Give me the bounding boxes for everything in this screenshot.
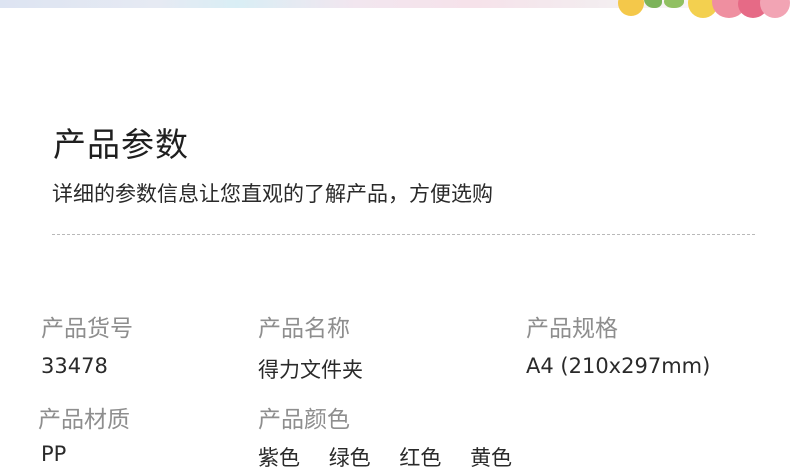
material-label: 产品材质 — [38, 407, 130, 433]
dashed-divider — [52, 234, 755, 235]
pink-flower — [760, 0, 790, 18]
color-option: 绿色 — [328, 446, 371, 470]
leaf-shape — [644, 0, 662, 8]
section-subtitle: 详细的参数信息让您直观的了解产品，方便选购 — [52, 182, 493, 206]
color-values: 紫色 绿色 红色 黄色 — [258, 442, 534, 472]
spec-value: A4 (210x297mm) — [526, 354, 711, 378]
yellow-flower — [618, 0, 644, 16]
section-title: 产品参数 — [53, 125, 189, 164]
leaf-shape — [664, 0, 684, 8]
material-value: PP — [41, 442, 67, 466]
color-option: 紫色 — [258, 446, 300, 470]
spec-label: 产品规格 — [526, 316, 618, 342]
flower-decoration — [600, 0, 790, 22]
color-option: 黄色 — [470, 446, 513, 470]
product-name-value: 得力文件夹 — [258, 358, 363, 382]
product-name-label: 产品名称 — [258, 316, 350, 342]
item-no-value: 33478 — [41, 354, 108, 378]
color-option: 红色 — [399, 446, 442, 470]
item-no-label: 产品货号 — [41, 316, 133, 342]
color-label: 产品颜色 — [258, 407, 350, 433]
